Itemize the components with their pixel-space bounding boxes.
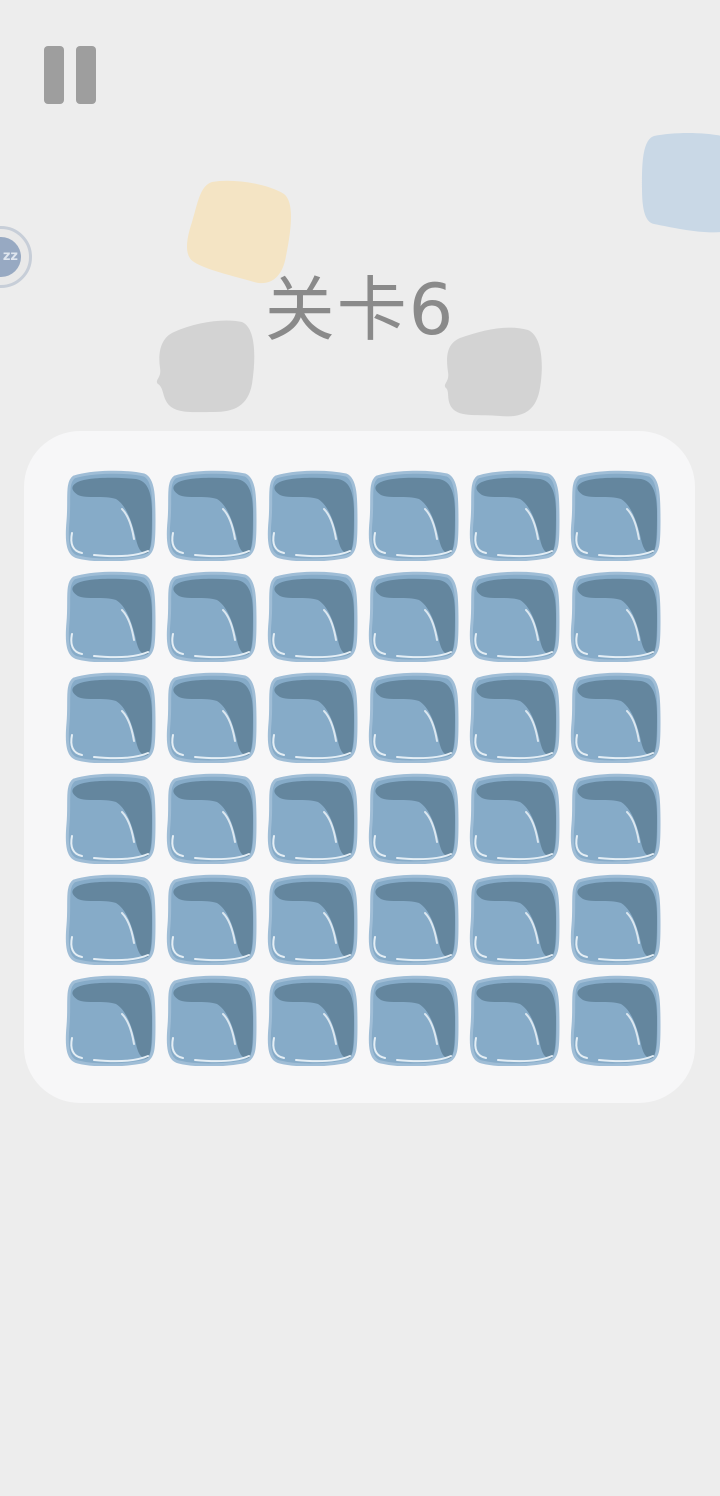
level-title: 关卡6 [264,269,456,351]
ice-tile[interactable] [569,671,661,763]
ice-tile[interactable] [165,772,257,864]
ice-tile[interactable] [165,671,257,763]
decor-blue-block [642,133,720,233]
ice-tile[interactable] [165,974,257,1066]
ice-tile[interactable] [165,873,257,965]
ice-tile[interactable] [64,772,156,864]
ice-tile[interactable] [64,570,156,662]
pause-button[interactable] [44,46,96,104]
ice-tile[interactable] [165,469,257,561]
ice-tile[interactable] [367,772,459,864]
ice-tile[interactable] [266,570,358,662]
ice-tile[interactable] [64,469,156,561]
ice-tile[interactable] [569,873,661,965]
ice-tile[interactable] [468,772,560,864]
ice-tile[interactable] [266,974,358,1066]
ice-tile[interactable] [468,570,560,662]
ice-tile[interactable] [468,873,560,965]
ice-tile[interactable] [367,974,459,1066]
ice-tile[interactable] [569,469,661,561]
ice-tile[interactable] [468,974,560,1066]
ice-tile[interactable] [468,671,560,763]
game-board [24,431,695,1103]
ice-tile[interactable] [569,974,661,1066]
ice-tile[interactable] [367,873,459,965]
ice-tile[interactable] [367,570,459,662]
ice-tile[interactable] [165,570,257,662]
ice-tile[interactable] [64,671,156,763]
ice-tile[interactable] [569,772,661,864]
ice-tile[interactable] [468,469,560,561]
ice-tile[interactable] [367,469,459,561]
ice-tile[interactable] [367,671,459,763]
ice-tile[interactable] [266,469,358,561]
ice-tile[interactable] [64,873,156,965]
ice-tile[interactable] [569,570,661,662]
ice-tile[interactable] [266,671,358,763]
ice-tile[interactable] [266,772,358,864]
pause-icon [44,46,64,104]
ice-tile[interactable] [64,974,156,1066]
ice-tile[interactable] [266,873,358,965]
